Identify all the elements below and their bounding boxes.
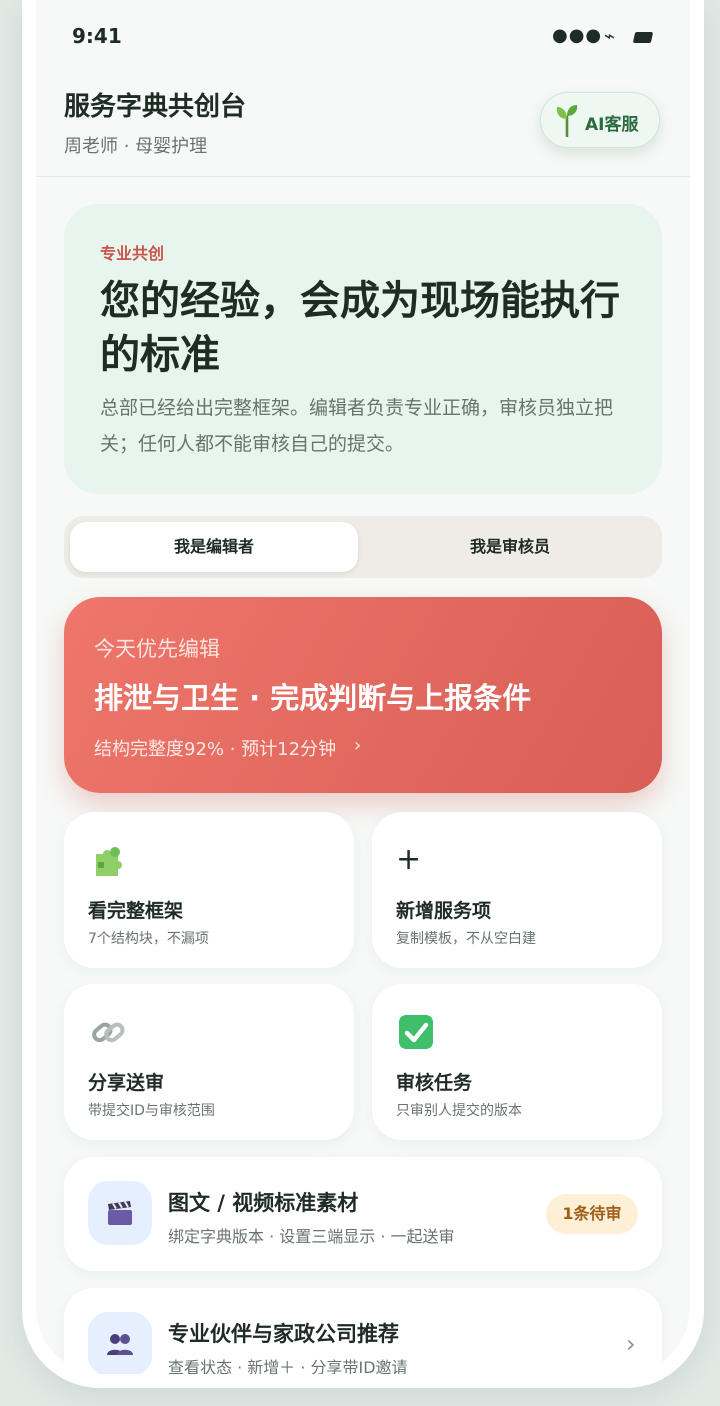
people-icon — [107, 1334, 133, 1355]
ai-service-button[interactable]: AI客服 — [540, 92, 660, 148]
card-subtitle: 只审别人提交的版本 — [396, 1103, 522, 1119]
user-info: 周老师 · 母婴护理 — [64, 136, 208, 157]
chevron-right-icon: › — [354, 735, 362, 756]
tab-reviewer[interactable]: 我是审核员 — [366, 522, 654, 572]
clapper-icon — [108, 1201, 132, 1225]
hero-title: 您的经验，会成为现场能执行的标准 — [100, 278, 620, 378]
status-time: 9:41 — [72, 24, 122, 48]
plus-icon: + — [396, 842, 422, 877]
role-switch: 我是编辑者 我是审核员 — [64, 516, 662, 578]
row-materials[interactable]: 图文 / 视频标准素材 绑定字典版本 · 设置三端显示 · 一起送审 1条待审 — [64, 1157, 662, 1271]
priority-task-card[interactable]: 今天优先编辑 排泄与卫生 · 完成判断与上报条件 结构完整度92% · 预计12… — [64, 597, 662, 793]
card-new-service[interactable]: + 新增服务项 复制模板，不从空白建 — [372, 812, 662, 968]
priority-title: 排泄与卫生 · 完成判断与上报条件 — [94, 681, 532, 715]
row-subtitle: 绑定字典版本 · 设置三端显示 · 一起送审 — [168, 1227, 455, 1246]
check-icon — [399, 1015, 433, 1049]
hero-card: 专业共创 您的经验，会成为现场能执行的标准 总部已经给出完整框架。编辑者负责专业… — [64, 204, 662, 494]
app-header: 服务字典共创台 周老师 · 母婴护理 AI客服 — [36, 72, 690, 177]
priority-meta: 结构完整度92% · 预计12分钟 — [94, 739, 337, 760]
row-partners[interactable]: 专业伙伴与家政公司推荐 查看状态 · 新增＋ · 分享带ID邀请 › — [64, 1288, 662, 1374]
phone-frame: 9:41 ●●● ⌁ 服务字典共创台 周老师 · 母婴护理 AI客服 专业共创 … — [22, 0, 704, 1388]
row-subtitle: 查看状态 · 新增＋ · 分享带ID邀请 — [168, 1358, 408, 1374]
card-subtitle: 带提交ID与审核范围 — [88, 1103, 215, 1119]
network-icon: ⌁ — [604, 26, 615, 47]
app-screen: 9:41 ●●● ⌁ 服务字典共创台 周老师 · 母婴护理 AI客服 专业共创 … — [36, 0, 690, 1374]
page-title: 服务字典共创台 — [64, 92, 247, 122]
sprout-icon — [556, 105, 578, 137]
link-icon — [92, 1022, 125, 1043]
card-subtitle: 复制模板，不从空白建 — [396, 931, 536, 947]
tab-editor[interactable]: 我是编辑者 — [70, 522, 358, 572]
card-subtitle: 7个结构块，不漏项 — [88, 931, 209, 947]
card-title: 看完整框架 — [88, 900, 184, 922]
chevron-right-icon: › — [626, 1330, 636, 1358]
pending-badge: 1条待审 — [546, 1194, 638, 1234]
card-framework[interactable]: 看完整框架 7个结构块，不漏项 — [64, 812, 354, 968]
card-title: 审核任务 — [396, 1072, 473, 1094]
hero-description: 总部已经给出完整框架。编辑者负责专业正确，审核员独立把关；任何人都不能审核自己的… — [100, 397, 614, 455]
signal-icon: ●●● — [552, 25, 603, 46]
card-title: 新增服务项 — [396, 900, 492, 922]
row-title: 专业伙伴与家政公司推荐 — [168, 1322, 399, 1346]
ai-button-label: AI客服 — [585, 115, 639, 135]
battery-icon — [632, 32, 654, 43]
row-title: 图文 / 视频标准素材 — [168, 1191, 359, 1215]
card-title: 分享送审 — [88, 1072, 165, 1094]
card-review-tasks[interactable]: 审核任务 只审别人提交的版本 — [372, 984, 662, 1140]
hero-tag: 专业共创 — [100, 244, 165, 263]
puzzle-icon — [96, 847, 122, 876]
status-bar: 9:41 ●●● ⌁ — [36, 0, 690, 72]
card-share-review[interactable]: 分享送审 带提交ID与审核范围 — [64, 984, 354, 1140]
row-icon-bg — [88, 1181, 152, 1245]
priority-label: 今天优先编辑 — [94, 637, 220, 661]
row-icon-bg — [88, 1312, 152, 1374]
